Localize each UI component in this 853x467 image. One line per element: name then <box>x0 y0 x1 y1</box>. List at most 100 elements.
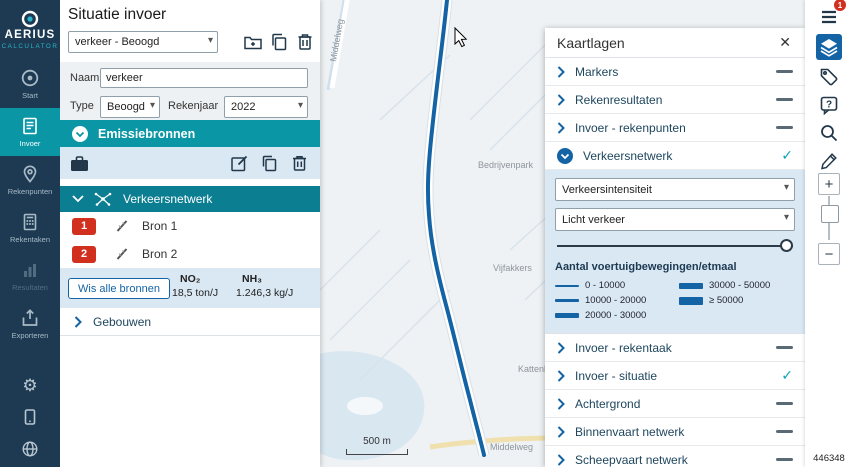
copy-icon <box>262 155 276 171</box>
layer-row-binnenvaart[interactable]: Binnenvaart netwerk <box>545 418 805 446</box>
chevron-right-icon <box>557 341 565 354</box>
map-marker-icon <box>23 165 37 183</box>
close-icon[interactable]: ✕ <box>775 32 795 53</box>
layer-row-markers[interactable]: Markers <box>545 58 805 86</box>
legend-line-swatch <box>679 296 703 305</box>
layer-row-invoer-rekentaak[interactable]: Invoer - rekentaak <box>545 334 805 362</box>
delete-situation-button[interactable] <box>294 31 316 53</box>
layer-row-invoer-situatie[interactable]: Invoer - situatie ✓ <box>545 362 805 390</box>
globe-icon <box>22 441 38 457</box>
trash-icon <box>298 34 312 50</box>
notification-badge: 1 <box>834 0 846 11</box>
gebouwen-section-row[interactable]: Gebouwen <box>60 308 320 336</box>
source-label: Bron 1 <box>142 219 178 233</box>
gear-icon: ⚙ <box>22 375 38 395</box>
language-button[interactable] <box>21 437 39 461</box>
layer-drag-handle[interactable] <box>776 458 793 461</box>
nav-item-rekenpunten[interactable]: Rekenpunten <box>0 156 60 204</box>
edit-source-button[interactable] <box>228 152 250 174</box>
aerius-logo[interactable]: AERIUS CALCULATOR <box>0 0 60 60</box>
emissiebronnen-header[interactable]: Emissiebronnen <box>60 120 320 147</box>
duplicate-situation-button[interactable] <box>268 31 290 53</box>
legend-title: Aantal voertuigbewegingen/etmaal <box>555 261 737 273</box>
nav-label: Exporteren <box>11 331 49 340</box>
verkeersnetwerk-group-row[interactable]: Verkeersnetwerk <box>60 186 320 212</box>
type-label: Type <box>70 100 94 112</box>
layer-row-achtergrond[interactable]: Achtergrond <box>545 390 805 418</box>
layers-button[interactable] <box>816 34 842 60</box>
source-label: Bron 2 <box>142 247 178 261</box>
tag-icon <box>820 68 838 86</box>
layer-drag-handle[interactable] <box>776 70 793 73</box>
legend-line-swatch <box>679 282 703 289</box>
layer-row-invoer-rekenpunten[interactable]: Invoer - rekenpunten <box>545 114 805 142</box>
nav-item-rekentaken[interactable]: Rekentaken <box>0 204 60 252</box>
nav-item-start[interactable]: Start <box>0 60 60 108</box>
source-row-2[interactable]: 2 Bron 2 <box>60 240 320 268</box>
chevron-right-icon <box>557 397 565 410</box>
chevron-down-circle-icon <box>72 125 88 142</box>
chevron-right-icon <box>557 65 565 78</box>
slider-handle[interactable] <box>780 239 793 252</box>
nav-item-invoer[interactable]: Invoer <box>0 108 60 156</box>
aerius-logo-icon <box>21 10 39 28</box>
sources-toolbar <box>60 147 320 179</box>
slider-track[interactable] <box>557 245 793 247</box>
zoom-out-button[interactable]: − <box>818 243 840 265</box>
layer-row-scheepvaart[interactable]: Scheepvaart netwerk <box>545 446 805 467</box>
search-button[interactable] <box>816 120 842 146</box>
source-badge: 2 <box>72 245 96 263</box>
naam-label: Naam <box>70 72 100 84</box>
source-row-1[interactable]: 1 Bron 1 <box>60 212 320 240</box>
source-badge: 1 <box>72 217 96 235</box>
labels-button[interactable] <box>816 64 842 90</box>
add-situation-button[interactable] <box>242 31 264 53</box>
layer-visible-check-icon[interactable]: ✓ <box>781 367 793 384</box>
settings-button[interactable]: ⚙ <box>22 373 37 397</box>
rekenjaar-select-value: 2022 <box>231 101 256 113</box>
legend-line-swatch <box>555 299 579 302</box>
layer-drag-handle[interactable] <box>776 126 793 129</box>
emissions-summary: Wis alle bronnen NO₂ 18,5 ton/J NH₃ 1.24… <box>60 268 320 308</box>
layer-drag-handle[interactable] <box>776 346 793 349</box>
delete-source-button[interactable] <box>288 152 310 174</box>
nav-bottom-tools: ⚙ <box>0 373 60 461</box>
zoom-slider-handle[interactable] <box>821 205 839 223</box>
clear-all-sources-button[interactable]: Wis alle bronnen <box>68 278 170 299</box>
add-source-button[interactable] <box>68 152 90 174</box>
type-select[interactable]: Beoogd <box>100 96 160 118</box>
layer-drag-handle[interactable] <box>776 98 793 101</box>
nav-item-exporteren[interactable]: Exporteren <box>0 300 60 348</box>
panel-title: Situatie invoer <box>68 6 167 23</box>
input-form-icon <box>23 117 37 135</box>
layer-drag-handle[interactable] <box>776 430 793 433</box>
rekenjaar-select[interactable]: 2022 <box>224 96 308 118</box>
layer-row-verkeersnetwerk[interactable]: Verkeersnetwerk ✓ <box>545 142 805 170</box>
intensity-type-select[interactable]: Verkeersintensiteit <box>555 178 795 201</box>
zoom-in-button[interactable]: + <box>818 173 840 195</box>
type-select-value: Beoogd <box>107 101 145 113</box>
opacity-slider[interactable] <box>557 238 793 254</box>
copy-source-button[interactable] <box>258 152 280 174</box>
nav-item-resultaten: Resultaten <box>0 252 60 300</box>
kaartlagen-panel: Kaartlagen ✕ Markers Rekenresultaten Inv… <box>545 28 805 467</box>
situation-select[interactable]: verkeer - Beoogd <box>68 31 218 53</box>
layer-visible-check-icon[interactable]: ✓ <box>781 147 793 164</box>
chevron-right-icon <box>557 121 565 134</box>
chevron-right-icon <box>557 453 565 466</box>
verkeersnetwerk-label: Verkeersnetwerk <box>123 192 213 206</box>
help-button[interactable]: ? <box>816 92 842 118</box>
panel-menu-button[interactable]: 1 <box>816 0 846 30</box>
no2-label: NO₂ <box>180 273 201 285</box>
device-button[interactable] <box>21 405 39 429</box>
measure-button[interactable] <box>816 148 842 174</box>
chevron-down-icon <box>72 195 84 203</box>
map-label-bedrijvenpark: Bedrijvenpark <box>478 160 534 170</box>
layer-row-rekenresultaten[interactable]: Rekenresultaten <box>545 86 805 114</box>
layer-drag-handle[interactable] <box>776 402 793 405</box>
naam-input[interactable] <box>100 68 308 88</box>
vehicle-type-select[interactable]: Licht verkeer <box>555 208 795 231</box>
nav-label: Resultaten <box>12 283 48 292</box>
brand-name: AERIUS <box>4 29 56 41</box>
release-version: 446348 <box>813 453 845 464</box>
